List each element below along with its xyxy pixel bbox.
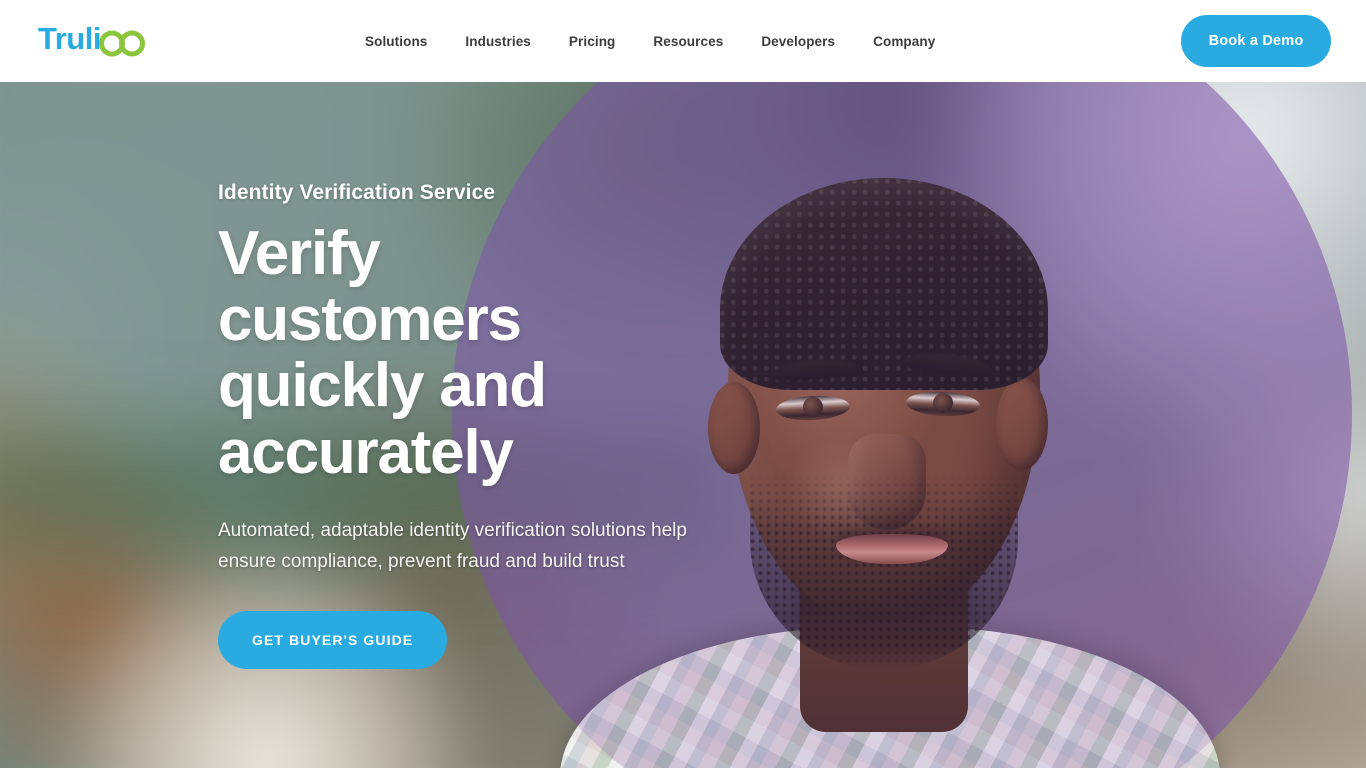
- nav-link-resources[interactable]: Resources: [653, 24, 723, 59]
- nav-item-company[interactable]: Company: [873, 24, 935, 59]
- nav-item-pricing[interactable]: Pricing: [569, 24, 615, 59]
- main-navigation: Solutions Industries Pricing Resources D…: [365, 0, 935, 82]
- nav-link-company[interactable]: Company: [873, 24, 935, 59]
- portrait-ear-right: [996, 378, 1048, 470]
- trulioo-logo-icon: Truli: [38, 24, 145, 57]
- site-header: Truli Solutions Industries Pricing Resou…: [0, 0, 1366, 82]
- nav-link-developers[interactable]: Developers: [761, 24, 835, 59]
- hero-section: Identity Verification Service Verify cus…: [0, 82, 1366, 768]
- trulioo-logo[interactable]: Truli: [38, 21, 156, 61]
- nav-item-solutions[interactable]: Solutions: [365, 24, 427, 59]
- hero-subheadline: Automated, adaptable identity verificati…: [218, 519, 687, 572]
- hero-headline: Verify customers quickly and accurately: [218, 218, 547, 487]
- svg-text:Truli: Truli: [38, 24, 101, 56]
- nav-link-industries[interactable]: Industries: [465, 24, 531, 59]
- nav-link-solutions[interactable]: Solutions: [365, 24, 427, 59]
- nav-item-resources[interactable]: Resources: [653, 24, 723, 59]
- nav-item-developers[interactable]: Developers: [761, 24, 835, 59]
- hero-copy: Identity Verification Service Verify cus…: [218, 82, 778, 768]
- nav-link-pricing[interactable]: Pricing: [569, 24, 615, 59]
- hero-eyebrow: Identity Verification Service: [218, 180, 496, 204]
- nav-item-industries[interactable]: Industries: [465, 24, 531, 59]
- book-a-demo-button[interactable]: Book a Demo: [1181, 15, 1331, 67]
- get-buyers-guide-button[interactable]: GET BUYER'S GUIDE: [218, 611, 448, 670]
